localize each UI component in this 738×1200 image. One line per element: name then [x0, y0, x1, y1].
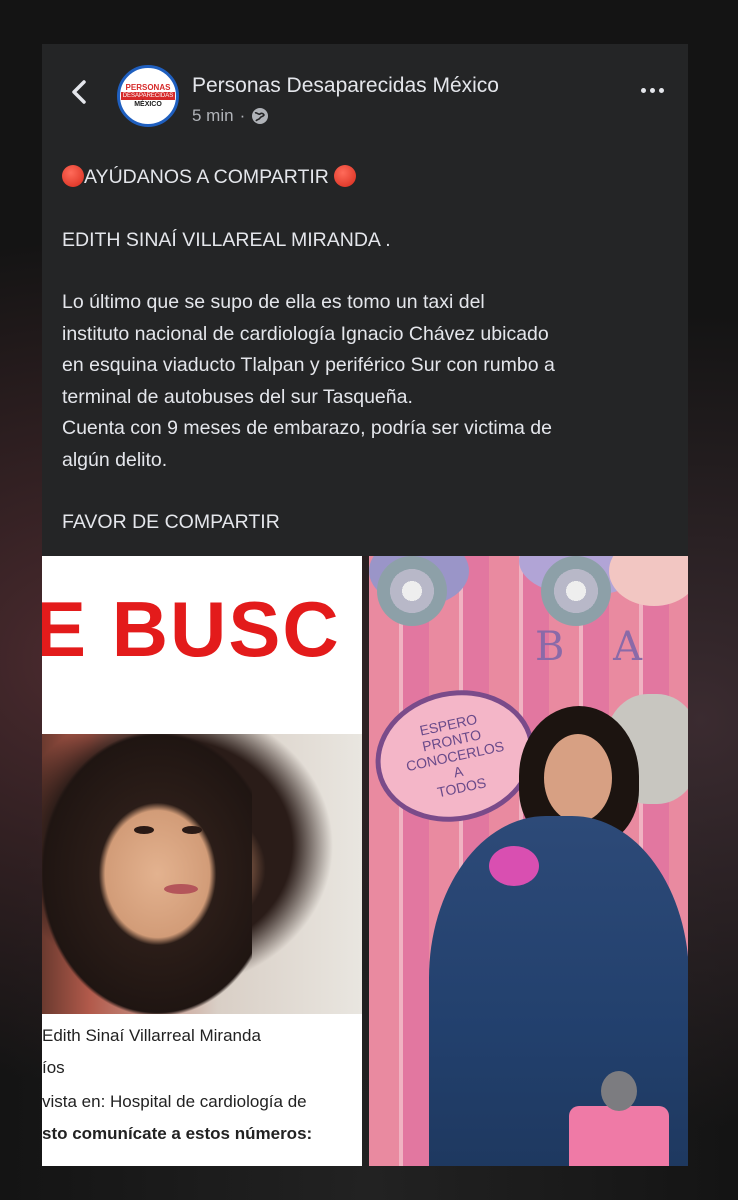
decoration-letters: B A B [535, 624, 688, 670]
back-arrow-icon[interactable] [66, 78, 94, 106]
missing-person-name: EDITH SINAÍ VILLAREAL MIRANDA . [62, 228, 391, 251]
poster-age: íos [42, 1058, 65, 1077]
page-avatar[interactable]: PERSONAS DESAPARECIDAS MÉXICO [117, 65, 179, 127]
decoration-rosette [541, 556, 611, 626]
footer-text: FAVOR DE COMPARTIR [62, 511, 280, 533]
headline: AYÚDANOS A COMPARTIR [84, 166, 329, 188]
body-line: algún delito. [62, 448, 168, 471]
missing-poster-image[interactable]: E BUSC Edith Sinaí Villarreal Miranda ío… [42, 556, 362, 1166]
body-line: instituto nacional de cardiología Ignaci… [62, 322, 549, 345]
poster-banner: E BUSC [42, 585, 341, 673]
woman-portrait [42, 734, 362, 1014]
post-time[interactable]: 5 min [192, 106, 234, 126]
stop-sign-icon [334, 165, 357, 187]
headline-line: AYÚDANOS A COMPARTIR [62, 162, 682, 194]
page-name-link[interactable]: Personas Desaparecidas México [192, 74, 499, 98]
body-line: terminal de autobuses del sur Tasqueña. [62, 385, 413, 408]
stop-sign-icon [62, 165, 84, 187]
decoration-rosette [377, 556, 447, 626]
poster-contact: sto comunícate a estos números: [42, 1124, 313, 1143]
body-line: en esquina viaducto Tlalpan y periférico… [62, 354, 555, 376]
pregnant-woman [429, 706, 688, 1166]
body-line: Cuenta con 9 meses de embarazo, podría s… [62, 417, 552, 439]
cake [569, 1106, 669, 1166]
globe-icon [252, 108, 269, 124]
post-text: AYÚDANOS A COMPARTIR EDITH SINAÍ VILLARE… [62, 162, 682, 539]
avatar-text-1: PERSONAS [125, 83, 171, 92]
avatar-text-2: DESAPARECIDAS [120, 92, 176, 100]
post-meta: 5 min · [192, 106, 269, 126]
facebook-post: PERSONAS DESAPARECIDAS MÉXICO Personas D… [42, 44, 688, 556]
poster-name: Edith Sinaí Villarreal Miranda [42, 1026, 261, 1045]
poster-last-seen: vista en: Hospital de cardiología de [42, 1092, 307, 1111]
elephant-cake-topper [601, 1071, 637, 1111]
avatar-text-3: MÉXICO [134, 101, 162, 108]
separator-dot: · [239, 106, 246, 125]
baby-shower-photo[interactable]: B A B ESPERO PRONTO CONOCERLOS A TODOS [369, 556, 688, 1166]
body-line: Lo último que se supo de ella es tomo un… [62, 291, 485, 313]
more-options-icon[interactable] [641, 88, 664, 93]
